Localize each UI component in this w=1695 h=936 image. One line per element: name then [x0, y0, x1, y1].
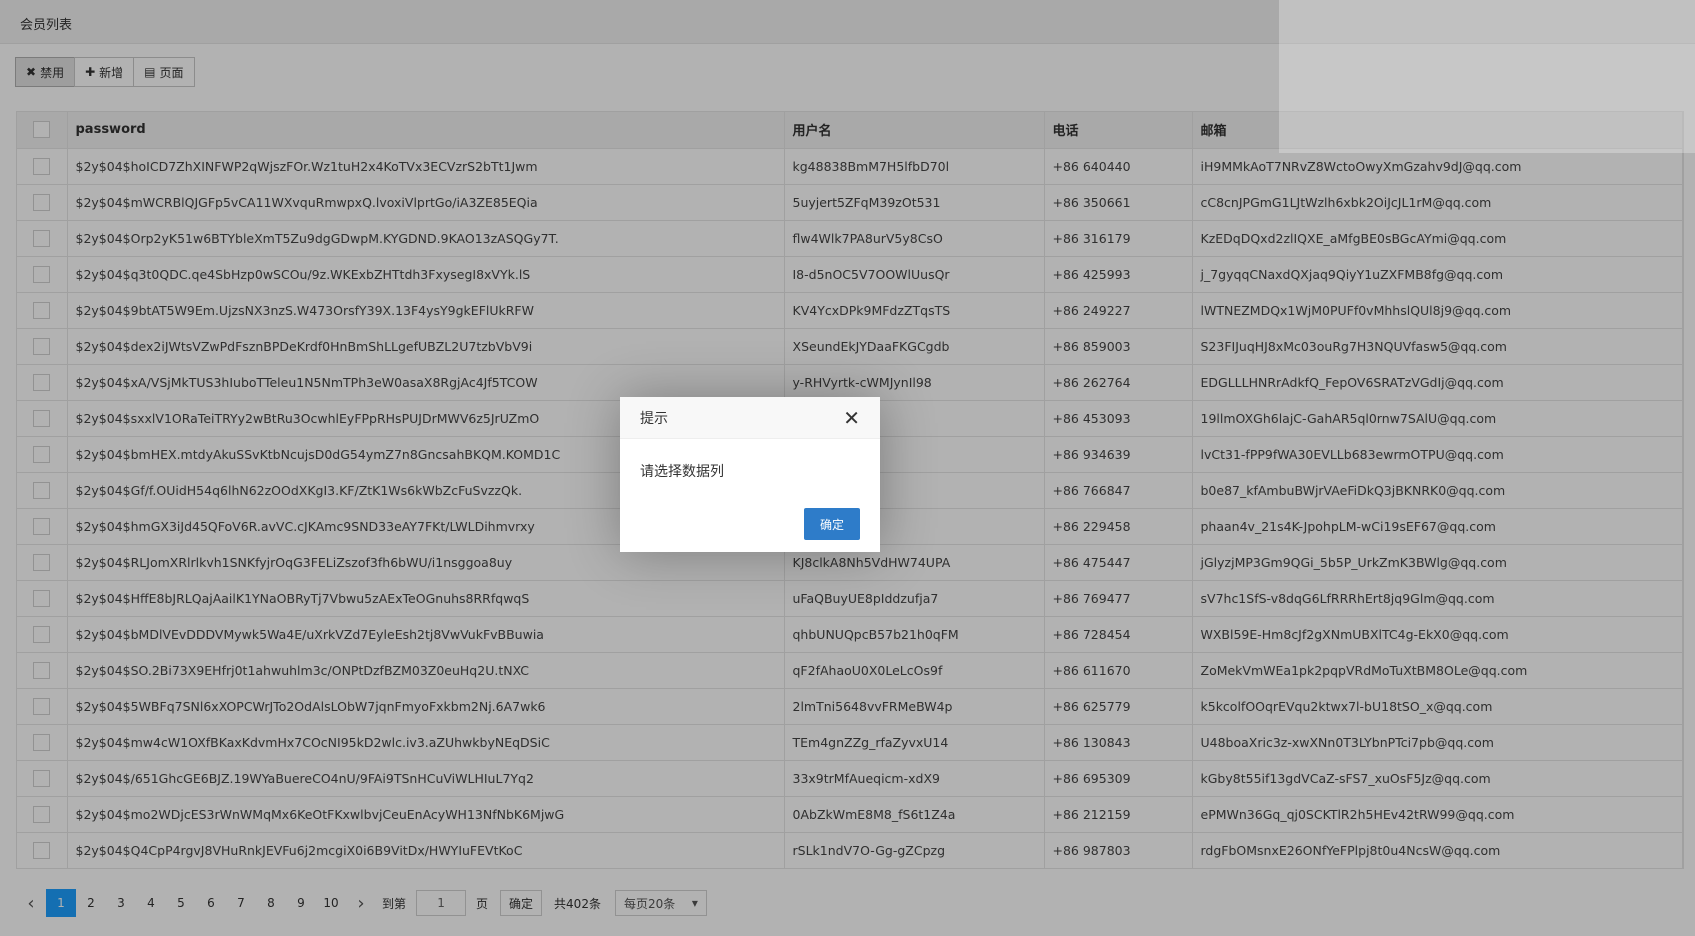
close-icon[interactable]: ✕ [843, 408, 860, 428]
alert-dialog: 提示 ✕ 请选择数据列 确定 [620, 397, 880, 552]
dialog-ok-button[interactable]: 确定 [804, 508, 860, 540]
dialog-header: 提示 ✕ [620, 397, 880, 439]
dialog-message: 请选择数据列 [640, 464, 724, 480]
dialog-title: 提示 [640, 410, 668, 427]
overlay-highlight [1279, 0, 1695, 153]
